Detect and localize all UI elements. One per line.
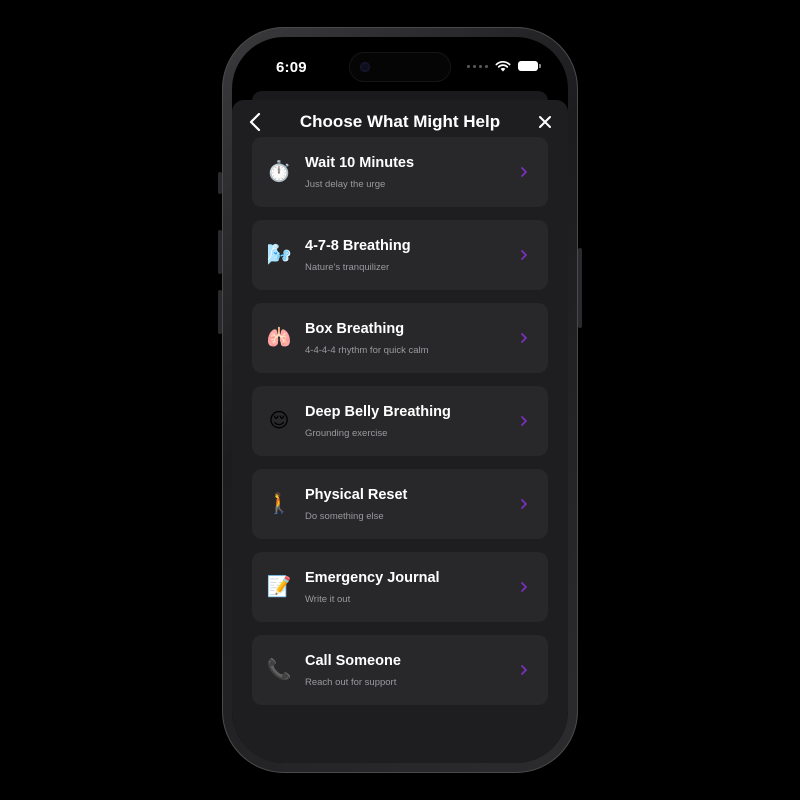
status-time: 6:09 [276,59,307,76]
option-title: Call Someone [305,653,401,669]
sheet-title: Choose What Might Help [299,112,501,131]
option-title: Emergency Journal [305,570,440,586]
option-call-someone[interactable]: 📞 Call Someone Reach out for support [252,635,548,705]
stage: 6:09 Choose What Might Help ⏱️ Wait 10 M… [0,0,800,800]
option-4-7-8-breathing[interactable]: 🌬️ 4-7-8 Breathing Nature's tranquilizer [252,220,548,290]
close-icon [539,116,551,128]
chevron-right-icon [521,167,527,177]
option-deep-belly-breathing[interactable]: 😌 Deep Belly Breathing Grounding exercis… [252,386,548,456]
option-title: Physical Reset [305,487,408,503]
power-button [578,248,582,328]
walking-person-icon: 🚶 [266,493,292,515]
option-wait-10-minutes[interactable]: ⏱️ Wait 10 Minutes Just delay the urge [252,137,548,207]
back-button[interactable] [246,110,266,134]
option-subtitle: Just delay the urge [305,179,386,190]
chevron-right-icon [521,333,527,343]
option-title: Box Breathing [305,321,405,337]
battery-icon [518,61,541,71]
phone-screen: 6:09 Choose What Might Help ⏱️ Wait 10 M… [232,37,568,763]
telephone-icon: 📞 [266,659,292,681]
option-subtitle: 4-4-4-4 rhythm for quick calm [305,345,429,356]
stopwatch-icon: ⏱️ [266,161,292,183]
option-box-breathing[interactable]: 🫁 Box Breathing 4-4-4-4 rhythm for quick… [252,303,548,373]
option-subtitle: Do something else [305,511,384,522]
chevron-right-icon [521,499,527,509]
status-indicators [467,60,541,72]
memo-icon: 📝 [266,576,292,598]
option-title: Wait 10 Minutes [305,155,415,171]
status-bar: 6:09 [232,37,568,93]
wifi-icon [495,60,511,72]
options-list: ⏱️ Wait 10 Minutes Just delay the urge 🌬… [252,137,548,718]
wind-face-icon: 🌬️ [266,244,292,266]
chevron-right-icon [521,582,527,592]
dynamic-island [350,53,450,81]
close-button[interactable] [534,111,556,133]
front-camera-icon [360,62,370,72]
chevron-right-icon [521,665,527,675]
chevron-right-icon [521,416,527,426]
relieved-face-icon: 😌 [268,410,290,432]
option-emergency-journal[interactable]: 📝 Emergency Journal Write it out [252,552,548,622]
cellular-signal-icon [467,64,488,68]
chevron-right-icon [521,250,527,260]
option-title: Deep Belly Breathing [305,404,451,420]
option-subtitle: Write it out [305,594,351,605]
option-subtitle: Reach out for support [305,677,397,688]
option-physical-reset[interactable]: 🚶 Physical Reset Do something else [252,469,548,539]
option-title: 4-7-8 Breathing [305,238,411,254]
option-subtitle: Nature's tranquilizer [305,262,390,273]
chevron-left-icon [249,112,261,132]
lungs-icon: 🫁 [266,327,292,349]
option-subtitle: Grounding exercise [305,428,388,439]
